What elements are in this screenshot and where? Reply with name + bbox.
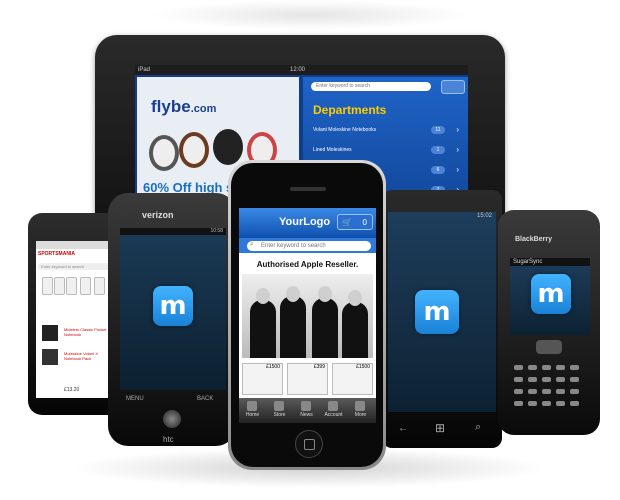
app-icon[interactable]: m [531, 274, 571, 314]
store-logo: YourLogo [279, 216, 331, 228]
keyboard-key[interactable] [542, 401, 551, 406]
keyboard-key[interactable] [528, 377, 537, 382]
back-key[interactable]: BACK [197, 396, 213, 402]
store-logo: SPORTSMANIA [38, 251, 75, 257]
product-image [94, 277, 105, 295]
price-label: £13.20 [64, 387, 80, 393]
keyboard-key[interactable] [556, 401, 565, 406]
keyboard-key[interactable] [556, 389, 565, 394]
more-icon [355, 401, 365, 411]
product-image [42, 277, 53, 295]
trackpad[interactable] [536, 340, 562, 354]
status-time: 12:00 [290, 67, 306, 73]
news-icon [301, 401, 311, 411]
tab-account[interactable]: Account [320, 412, 347, 418]
keyboard-key[interactable] [528, 389, 537, 394]
keyboard-key[interactable] [542, 389, 551, 394]
windows-start-icon[interactable]: ⊞ [435, 421, 445, 435]
keyboard-key[interactable] [514, 389, 523, 394]
chevron-right-icon: › [456, 125, 459, 134]
chevron-right-icon: › [456, 165, 459, 174]
iphone-small-screen: SPORTSMANIA Enter keyword to search Mide… [36, 241, 115, 398]
trackball[interactable] [163, 410, 181, 428]
status-device-label: iPad [138, 67, 151, 73]
speaker-grille [290, 187, 326, 191]
iphone-screen: YourLogo 🛒 0 Enter keyword to search ⌕ A… [239, 208, 376, 423]
store-icon [274, 401, 284, 411]
cart-button[interactable] [441, 80, 465, 94]
windows-phone-screen: 15:02 m [388, 212, 496, 412]
tab-news[interactable]: News [293, 412, 320, 418]
watch-image [149, 135, 179, 171]
app-icon[interactable]: m [153, 286, 193, 326]
watch-image [179, 132, 209, 168]
tab-bar: Home Store News Account More [239, 398, 376, 423]
brand-logo: BlackBerry [515, 236, 552, 243]
tab-home[interactable]: Home [239, 412, 266, 418]
search-icon: ⌕ [250, 241, 254, 248]
product-thumb[interactable]: £1500 [242, 363, 283, 395]
product-image [42, 325, 58, 341]
person [280, 296, 306, 358]
status-time: 10:58 [120, 228, 226, 235]
watch-image [213, 129, 243, 165]
product-image [80, 277, 91, 295]
tab-store[interactable]: Store [266, 412, 293, 418]
product-thumb[interactable]: £399 [287, 363, 328, 395]
cart-button[interactable]: 🛒 0 [337, 214, 373, 230]
carrier-logo: verizon [142, 210, 174, 220]
keyboard-key[interactable] [514, 377, 523, 382]
chevron-right-icon: › [456, 145, 459, 154]
keyboard-key[interactable] [556, 365, 565, 370]
product-thumb[interactable]: £1500 [332, 363, 373, 395]
keyboard-key[interactable] [570, 389, 579, 394]
keyboard-key[interactable] [570, 365, 579, 370]
department-item[interactable]: Volant Moleskine Notebooks 11 › [313, 123, 463, 137]
search-bar: Enter keyword to search ⌕ [239, 238, 376, 253]
keyboard-key[interactable] [528, 365, 537, 370]
keyboard-key[interactable] [514, 401, 523, 406]
home-icon [247, 401, 257, 411]
department-item[interactable]: Lined Moleskines 1 › [313, 143, 463, 157]
search-icon[interactable]: ⌕ [475, 421, 481, 434]
app-title: SugarSync [510, 258, 590, 266]
person [312, 298, 338, 358]
search-input[interactable]: Enter keyword to search [38, 263, 112, 270]
keyboard-key[interactable] [570, 377, 579, 382]
keyboard-key[interactable] [528, 401, 537, 406]
cart-icon: 🛒 [342, 218, 352, 227]
home-button[interactable] [295, 430, 323, 458]
page-headline: Authorised Apple Reseller. [256, 260, 359, 269]
person [342, 302, 368, 358]
back-arrow-icon[interactable]: ← [398, 423, 408, 434]
account-icon [328, 401, 338, 411]
keyboard-key[interactable] [570, 401, 579, 406]
cart-count: 0 [362, 218, 367, 227]
app-icon[interactable]: m [415, 290, 459, 334]
tab-strip[interactable] [36, 241, 115, 249]
blackberry-screen: SugarSync m [510, 258, 590, 335]
search-input[interactable]: Enter keyword to search [311, 82, 431, 91]
app-header: YourLogo 🛒 0 [239, 208, 376, 238]
ipad-status-bar: iPad 12:00 [135, 65, 468, 75]
departments-title: Departments [313, 103, 387, 117]
product-image [66, 277, 77, 295]
tab-more[interactable]: More [347, 412, 374, 418]
ad-brand: flybe.com [151, 97, 217, 116]
search-input[interactable]: Enter keyword to search [247, 241, 371, 251]
keyboard-key[interactable] [514, 365, 523, 370]
keyboard-key[interactable] [542, 377, 551, 382]
htc-screen: 10:58 m [120, 228, 226, 390]
keyboard-key[interactable] [556, 377, 565, 382]
keyboard-key[interactable] [542, 365, 551, 370]
banner-photo[interactable] [242, 274, 373, 358]
status-time: 15:02 [476, 213, 492, 219]
top-shadow [150, 0, 470, 30]
menu-key[interactable]: MENU [126, 396, 144, 402]
product-image [54, 277, 65, 295]
brand-logo: htc [163, 435, 174, 444]
person [250, 300, 276, 358]
product-image [42, 349, 58, 365]
